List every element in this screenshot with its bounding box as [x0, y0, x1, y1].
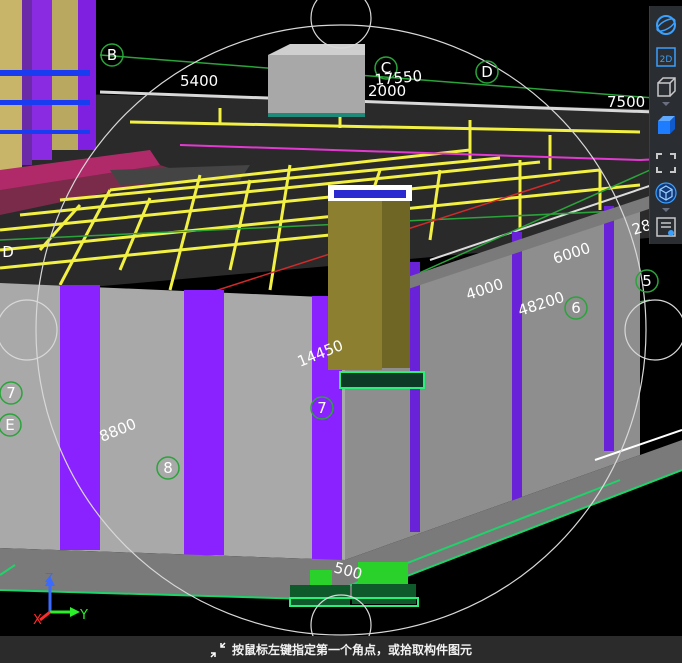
- svg-text:D: D: [2, 243, 14, 261]
- dimension-label: 7500: [607, 93, 645, 111]
- column: [184, 290, 224, 555]
- roof-box: [268, 55, 365, 115]
- dimension-label: 5400: [180, 72, 218, 90]
- svg-text:5: 5: [642, 272, 652, 290]
- 3d-viewport[interactable]: B C D E 5 6 7 8 7 D 5400 17550 2000 7500…: [0, 0, 682, 636]
- view-3d-box-icon[interactable]: [653, 74, 679, 100]
- column: [60, 285, 100, 550]
- view-3d-blue-box-icon[interactable]: [653, 112, 679, 138]
- svg-text:2D: 2D: [660, 55, 673, 65]
- status-message: 按鼠标左键指定第一个角点，或拾取构件图元: [231, 643, 472, 657]
- svg-text:Z: Z: [45, 571, 53, 585]
- svg-text:Y: Y: [79, 608, 88, 623]
- status-bar: 按鼠标左键指定第一个角点，或拾取构件图元: [0, 636, 682, 663]
- model-scene[interactable]: B C D E 5 6 7 8 7 D 5400 17550 2000 7500…: [0, 0, 682, 636]
- svg-text:6: 6: [571, 299, 581, 317]
- svg-text:E: E: [5, 416, 14, 434]
- tower-column: [0, 0, 22, 180]
- svg-text:7: 7: [317, 399, 327, 417]
- corner-pick-icon: [210, 641, 226, 658]
- dimension-label: 2000: [368, 82, 406, 100]
- svg-text:B: B: [107, 46, 117, 64]
- fit-frame-icon[interactable]: [653, 150, 679, 176]
- svg-text:7: 7: [6, 384, 16, 402]
- properties-panel-icon[interactable]: [653, 214, 679, 240]
- svg-text:8: 8: [163, 459, 173, 477]
- view-2d-icon[interactable]: 2D: [653, 44, 679, 70]
- view-toolbar: 2D: [649, 6, 682, 244]
- svg-text:D: D: [481, 63, 493, 81]
- iso-cube-icon[interactable]: [653, 180, 679, 206]
- orbit-icon[interactable]: [653, 12, 679, 38]
- svg-text:X: X: [33, 613, 42, 628]
- wall-facade: [0, 283, 345, 560]
- axis-marker: D: [2, 243, 14, 261]
